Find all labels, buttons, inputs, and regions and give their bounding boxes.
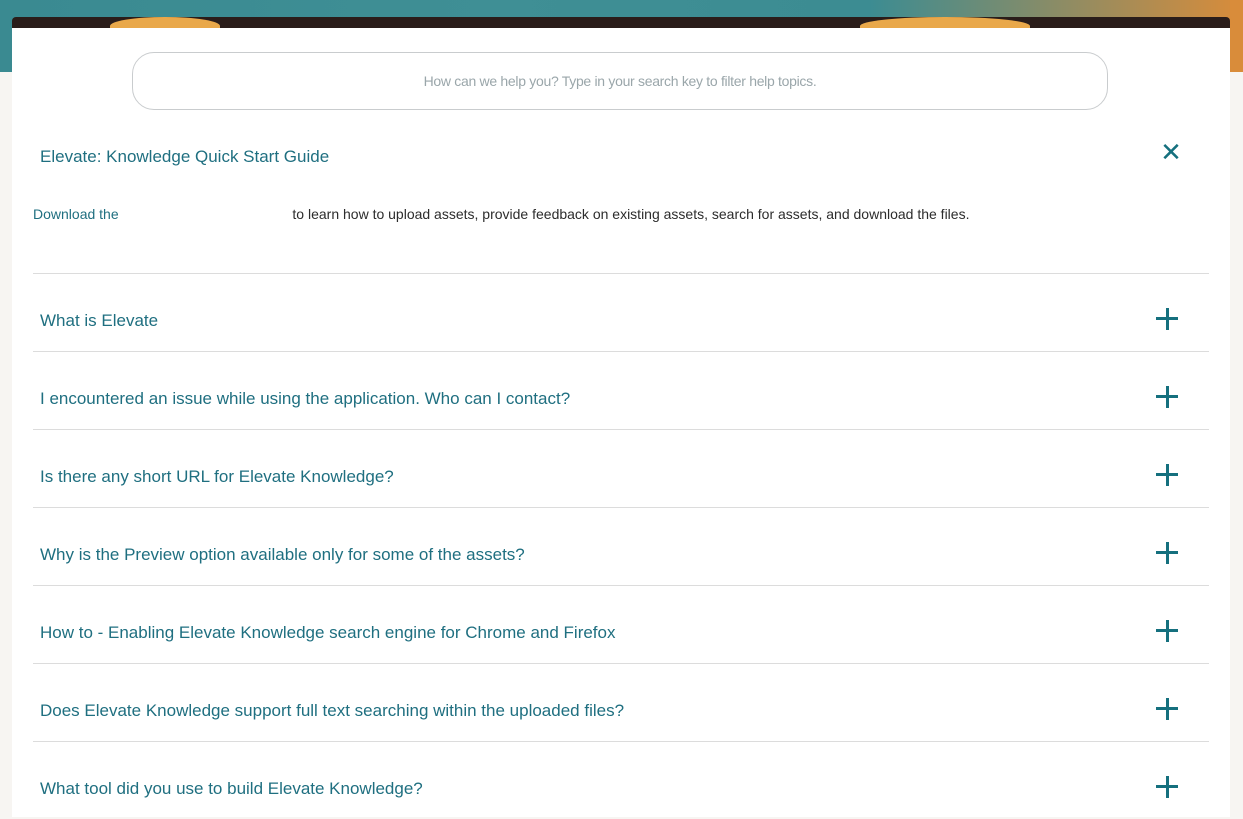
faq-question: Why is the Preview option available only… bbox=[40, 545, 525, 564]
plus-icon[interactable] bbox=[1156, 542, 1178, 564]
search-input[interactable] bbox=[179, 72, 1061, 90]
plus-icon[interactable] bbox=[1156, 464, 1178, 486]
plus-icon[interactable] bbox=[1156, 776, 1178, 798]
faq-item[interactable]: Is there any short URL for Elevate Knowl… bbox=[33, 429, 1209, 507]
faq-item[interactable]: What is Elevate bbox=[33, 273, 1209, 351]
faq-question: What tool did you use to build Elevate K… bbox=[40, 779, 423, 798]
faq-item[interactable]: I encountered an issue while using the a… bbox=[33, 351, 1209, 429]
body-suffix: to learn how to upload assets, provide f… bbox=[292, 206, 970, 222]
faq-open-title[interactable]: Elevate: Knowledge Quick Start Guide bbox=[40, 147, 329, 167]
plus-icon[interactable] bbox=[1156, 386, 1178, 408]
plus-icon[interactable] bbox=[1156, 620, 1178, 642]
faq-question: Does Elevate Knowledge support full text… bbox=[40, 701, 625, 720]
faq-item[interactable]: How to - Enabling Elevate Knowledge sear… bbox=[33, 585, 1209, 663]
body-prefix: Download the bbox=[33, 206, 119, 222]
search-box[interactable] bbox=[132, 52, 1108, 110]
faq-question: What is Elevate bbox=[40, 311, 159, 330]
faq-question: Is there any short URL for Elevate Knowl… bbox=[40, 467, 394, 486]
faq-question: How to - Enabling Elevate Knowledge sear… bbox=[40, 623, 616, 642]
banner-art-edge bbox=[1230, 0, 1243, 72]
help-card: Elevate: Knowledge Quick Start Guide ✕ D… bbox=[12, 28, 1230, 817]
close-icon[interactable]: ✕ bbox=[1158, 139, 1184, 165]
plus-icon[interactable] bbox=[1156, 308, 1178, 330]
faq-item[interactable]: Why is the Preview option available only… bbox=[33, 507, 1209, 585]
faq-open-body: Download the to learn how to upload asse… bbox=[33, 206, 969, 222]
plus-icon[interactable] bbox=[1156, 698, 1178, 720]
faq-item[interactable]: What tool did you use to build Elevate K… bbox=[33, 741, 1209, 819]
faq-question: I encountered an issue while using the a… bbox=[40, 389, 571, 408]
faq-list: What is Elevate I encountered an issue w… bbox=[33, 273, 1209, 819]
faq-item[interactable]: Does Elevate Knowledge support full text… bbox=[33, 663, 1209, 741]
